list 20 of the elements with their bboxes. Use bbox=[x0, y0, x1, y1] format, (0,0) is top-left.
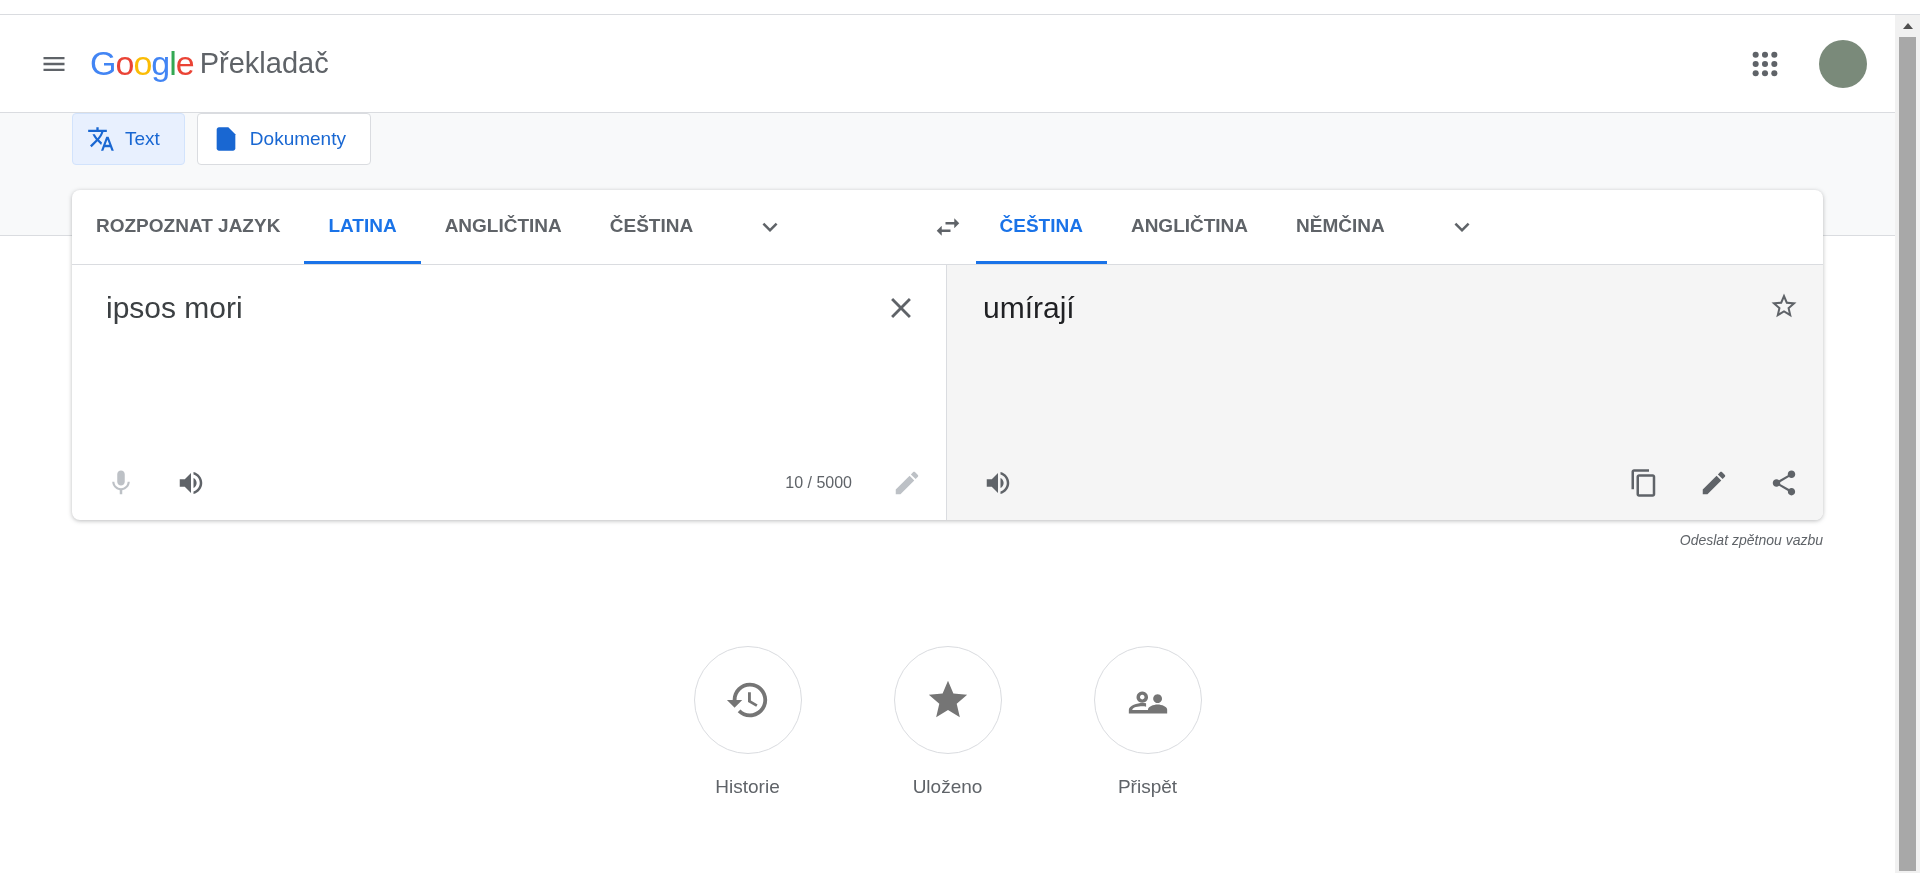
google-logo[interactable]: Google bbox=[90, 44, 194, 83]
character-counter: 10 / 5000 bbox=[785, 474, 852, 492]
translate-icon bbox=[87, 125, 115, 153]
scrollbar[interactable] bbox=[1895, 15, 1920, 873]
feedback-link[interactable]: Odeslat zpětnou vazbu bbox=[1679, 532, 1823, 548]
language-tab[interactable]: ČEŠTINA bbox=[585, 190, 718, 264]
language-tab[interactable]: ANGLIČTINA bbox=[420, 190, 586, 264]
language-tab[interactable]: LATINA bbox=[304, 190, 421, 264]
text-tab[interactable]: Text bbox=[72, 113, 185, 165]
scroll-up-icon[interactable] bbox=[1902, 23, 1913, 29]
language-tab[interactable]: NĚMČINA bbox=[1272, 190, 1409, 264]
language-tab[interactable]: ROZPOZNAT JAZYK bbox=[72, 190, 305, 264]
avatar-placeholder[interactable] bbox=[1819, 39, 1867, 88]
scroll-thumb[interactable] bbox=[1899, 37, 1916, 871]
translated-text: umírají bbox=[983, 291, 1076, 325]
product-name: Překladač bbox=[199, 47, 329, 80]
source-text-field[interactable]: ipsos mori bbox=[106, 291, 884, 339]
documents-tab[interactable]: Dokumenty bbox=[196, 113, 371, 165]
apps-grid-icon[interactable] bbox=[1751, 49, 1779, 78]
language-tab[interactable]: ANGLIČTINA bbox=[1106, 190, 1273, 264]
